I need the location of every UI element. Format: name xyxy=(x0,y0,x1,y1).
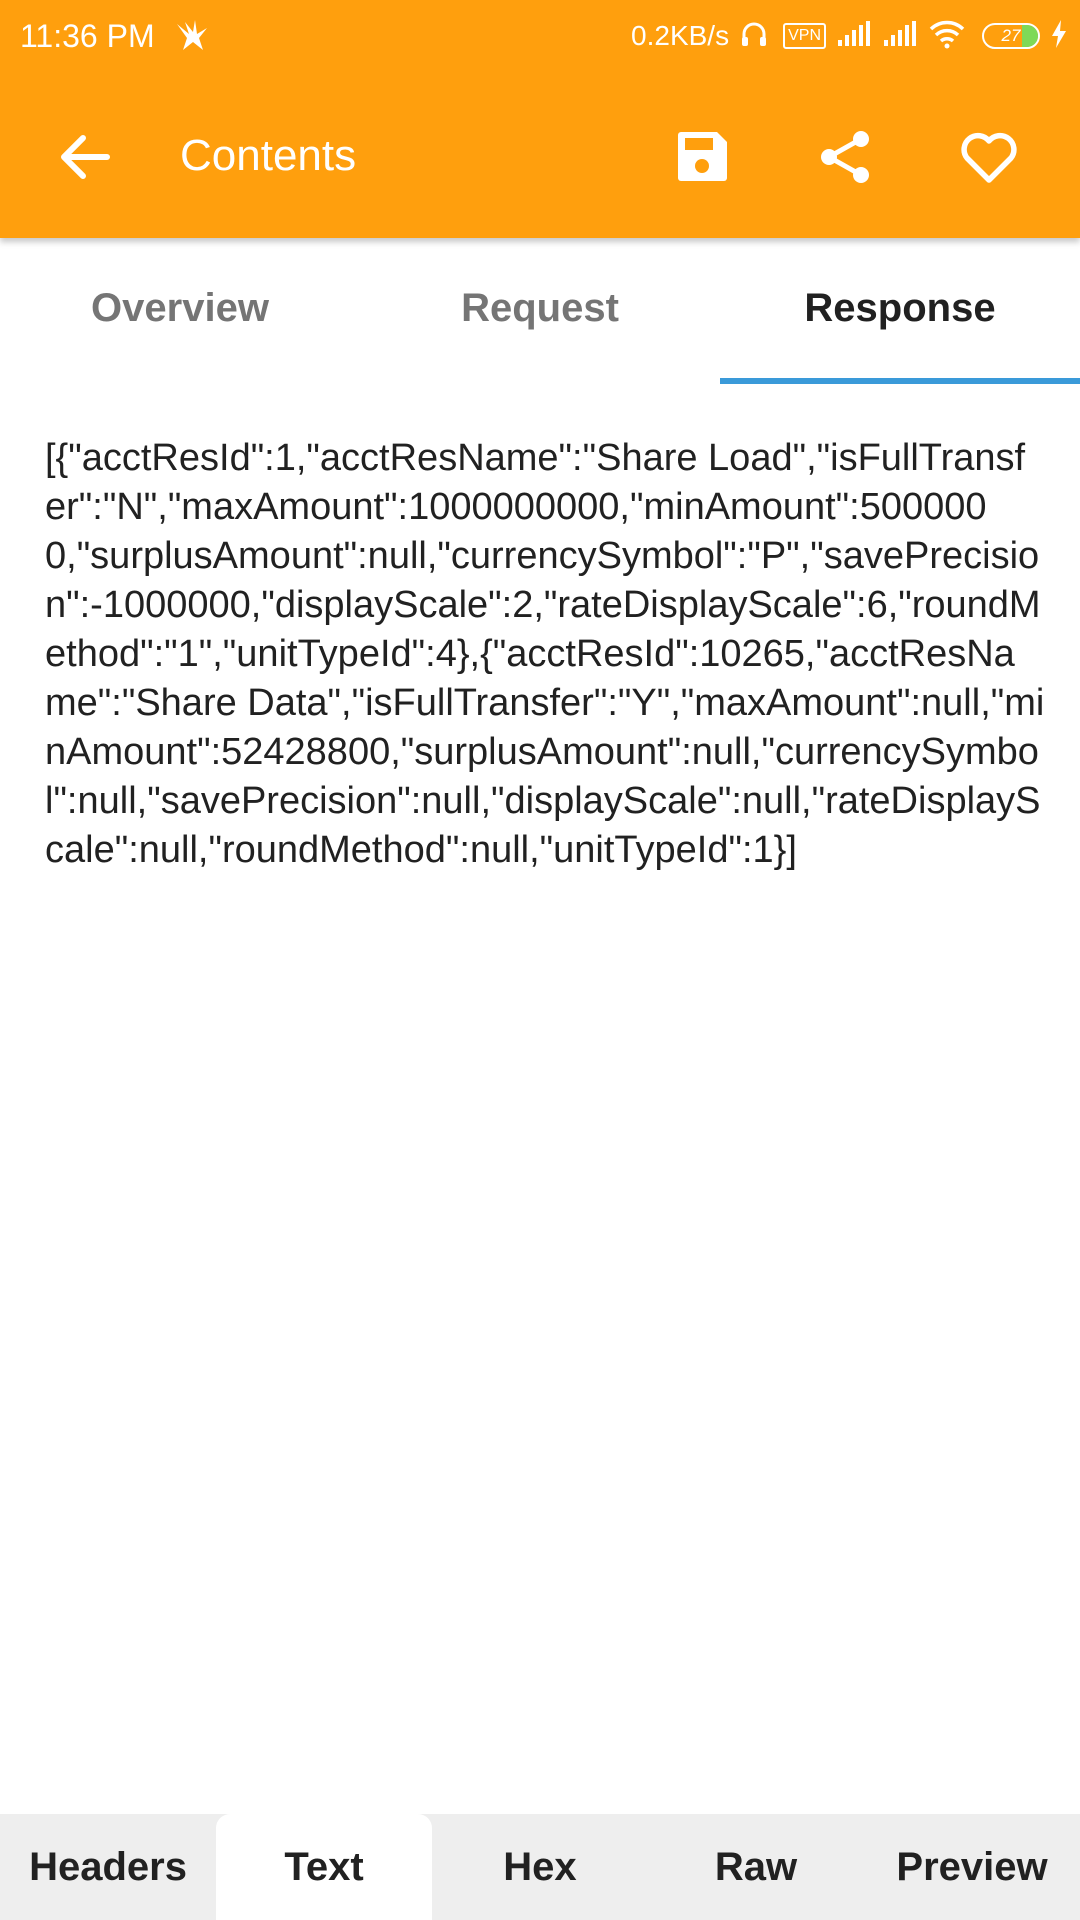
bottom-tab-bar: Headers Text Hex Raw Preview xyxy=(0,1814,1080,1920)
tab-response[interactable]: Response xyxy=(720,238,1080,384)
app-bar: 11:36 PM 0.2KB/s VPN 27 Contents xyxy=(0,0,1080,238)
bottom-tab-text[interactable]: Text xyxy=(216,1814,432,1920)
status-time: 11:36 PM xyxy=(20,18,155,54)
vpn-icon: VPN xyxy=(783,23,826,49)
charging-icon xyxy=(1050,19,1068,54)
toolbar: Contents xyxy=(0,72,1080,238)
bottom-tab-headers[interactable]: Headers xyxy=(0,1814,216,1920)
headphones-icon xyxy=(739,19,769,54)
floppy-save-icon xyxy=(678,132,727,181)
battery-icon: 27 xyxy=(982,23,1040,49)
back-button[interactable] xyxy=(40,112,130,202)
net-speed: 0.2KB/s xyxy=(631,20,730,51)
arrow-left-icon xyxy=(61,135,110,179)
bottom-tab-hex[interactable]: Hex xyxy=(432,1814,648,1920)
tab-bar: Overview Request Response xyxy=(0,238,1080,384)
share-icon xyxy=(821,131,869,183)
status-bar: 11:36 PM 0.2KB/s VPN 27 xyxy=(0,0,1080,72)
bird-app-icon xyxy=(173,18,211,54)
heart-outline-icon xyxy=(961,132,1017,183)
wifi-icon xyxy=(928,19,966,54)
bottom-tab-raw[interactable]: Raw xyxy=(648,1814,864,1920)
signal-icon xyxy=(882,20,918,53)
signal-icon xyxy=(836,20,872,53)
favorite-button[interactable] xyxy=(944,112,1034,202)
tab-overview[interactable]: Overview xyxy=(0,238,360,384)
page-title: Contents xyxy=(180,131,357,180)
save-button[interactable] xyxy=(657,112,747,202)
tab-request[interactable]: Request xyxy=(360,238,720,384)
bottom-tab-preview[interactable]: Preview xyxy=(864,1814,1080,1920)
share-button[interactable] xyxy=(800,112,890,202)
response-body-text[interactable]: [{"acctResId":1,"acctResName":"Share Loa… xyxy=(45,434,1045,875)
battery-level: 27 xyxy=(1001,26,1021,45)
